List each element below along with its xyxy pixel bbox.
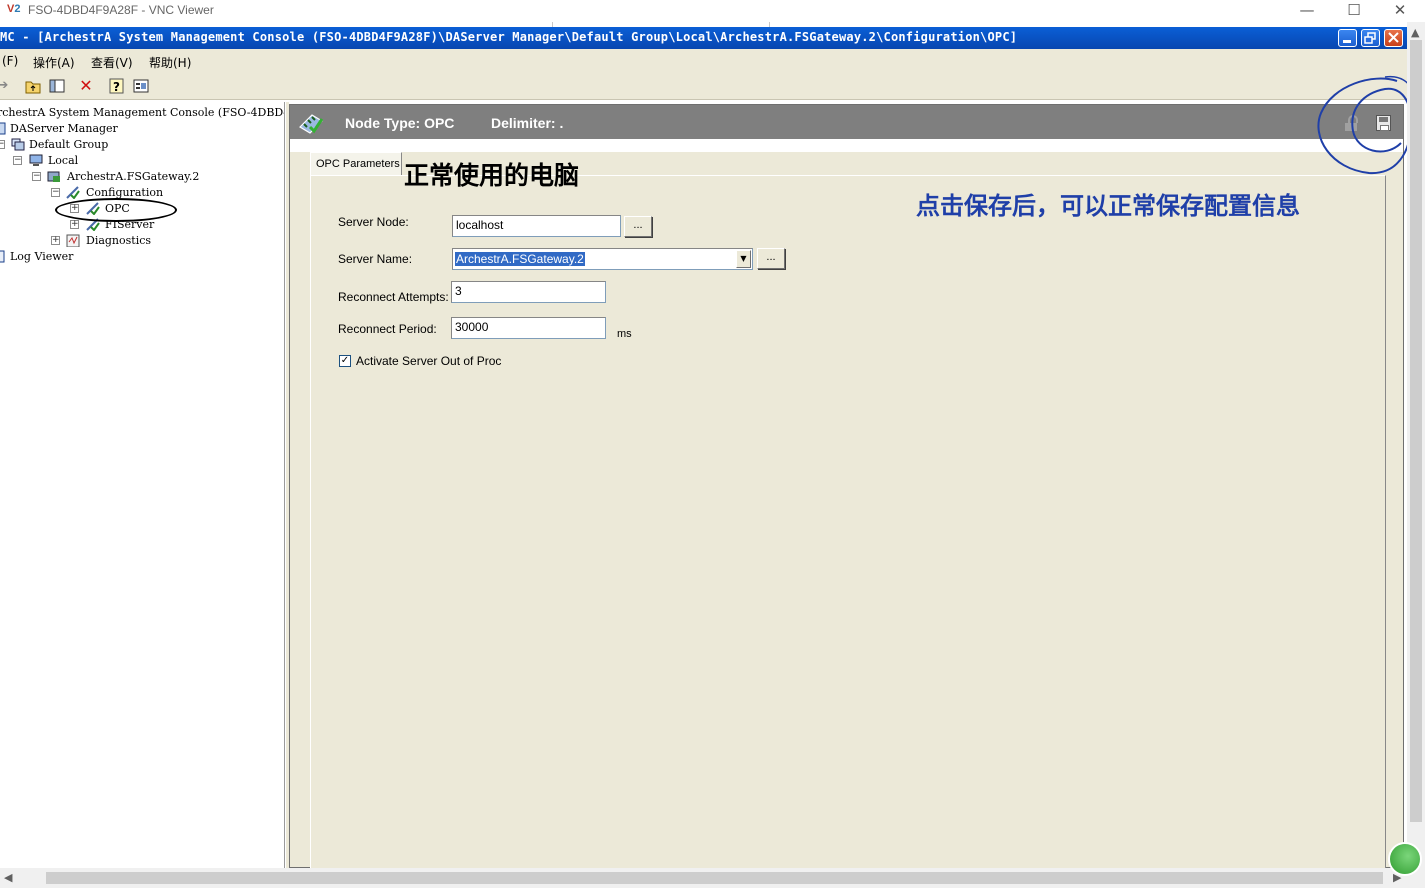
tree-item-label: Diagnostics — [86, 234, 152, 247]
delete-icon[interactable]: ✕ — [77, 77, 95, 95]
server-name-value: ArchestrA.FSGateway.2 — [455, 252, 585, 266]
tab-opc-parameters[interactable]: OPC Parameters — [310, 152, 402, 176]
vnc-close-button[interactable]: ✕ — [1377, 0, 1423, 22]
vnc-logo-icon: V2 — [7, 3, 21, 15]
menu-view[interactable]: 查看(V) — [91, 54, 133, 71]
vnc-title-bar: V2 FSO-4DBD4F9A28F - VNC Viewer — ☐ ✕ — [0, 0, 1425, 22]
horizontal-scroll-thumb[interactable] — [46, 872, 1383, 884]
folder-up-icon — [25, 81, 41, 94]
header-divider — [290, 139, 1403, 152]
activate-out-of-proc-label: Activate Server Out of Proc — [356, 354, 502, 368]
server-node-label: Server Node: — [338, 215, 409, 229]
mmc-close-button[interactable] — [1384, 29, 1403, 47]
reconnect-attempts-input[interactable]: 3 — [451, 281, 606, 303]
mmc-minimize-button[interactable] — [1338, 29, 1357, 47]
server-node-input[interactable]: localhost — [452, 215, 621, 237]
tree-item-log-viewer[interactable]: Log Viewer — [0, 249, 200, 265]
tree-item-daserver-manager[interactable]: DAServer Manager — [0, 121, 200, 137]
server-name-select[interactable]: ArchestrA.FSGateway.2 ▼ — [452, 248, 753, 270]
horizontal-scrollbar[interactable]: ◀ ▶ — [0, 868, 1425, 888]
mmc-window-title: MC - [ArchestrA System Management Consol… — [0, 30, 1018, 44]
menu-file[interactable]: (F) — [2, 54, 18, 68]
opc-parameters-panel: Server Node: localhost ... Server Name: … — [310, 175, 1386, 869]
tree-item-label: ArchestrA.FSGateway.2 — [67, 170, 200, 183]
annotation-ellipse — [55, 198, 177, 222]
mmc-title-bar: MC - [ArchestrA System Management Consol… — [0, 27, 1407, 49]
tree-item-label: DAServer Manager — [10, 122, 118, 135]
menu-action[interactable]: 操作(A) — [33, 54, 75, 71]
activate-out-of-proc-checkbox[interactable]: ✓ — [339, 355, 351, 367]
tree-item-label: Local — [48, 154, 79, 167]
menu-help[interactable]: 帮助(H) — [149, 54, 191, 71]
server-name-label: Server Name: — [338, 252, 413, 266]
help-button[interactable]: ? — [108, 77, 126, 95]
toolbar: ➔ ✕ ? — [0, 72, 1407, 100]
configuration-icon — [66, 186, 80, 199]
collapse-icon[interactable]: − — [0, 140, 5, 149]
tree-item-label: Configuration — [86, 186, 164, 199]
reconnect-period-unit: ms — [617, 328, 632, 340]
svg-text:?: ? — [113, 80, 120, 94]
scroll-left-icon[interactable]: ◀ — [4, 871, 12, 884]
restore-icon — [1364, 32, 1376, 44]
scroll-up-icon[interactable]: ▲ — [1411, 26, 1419, 39]
help-icon: ? — [109, 78, 124, 94]
vertical-scroll-thumb[interactable] — [1410, 40, 1422, 822]
tree-item-label: rchestrA System Management Console (FSO-… — [0, 106, 285, 119]
server-name-browse-button[interactable]: ... — [757, 248, 785, 269]
menu-bar: (F) 操作(A) 查看(V) 帮助(H) — [0, 49, 1407, 72]
close-icon — [1388, 32, 1399, 43]
computer-icon — [29, 154, 43, 166]
tree-item-diagnostics[interactable]: + Diagnostics — [0, 233, 220, 249]
node-header-bar: Node Type: OPC Delimiter: . — [290, 105, 1403, 139]
show-hide-tree-button[interactable] — [48, 77, 66, 95]
tree-item-default-group[interactable]: − Default Group — [0, 137, 200, 153]
log-viewer-icon — [0, 250, 5, 263]
reconnect-attempts-label: Reconnect Attempts: — [338, 290, 449, 304]
tree-item-label: Log Viewer — [10, 250, 74, 263]
node-type-label: Node Type: OPC — [345, 115, 455, 131]
minimize-icon — [1343, 40, 1351, 43]
annotation-normal-pc: 正常使用的电脑 — [404, 161, 580, 190]
forward-icon[interactable]: ➔ — [0, 77, 12, 95]
group-icon — [11, 138, 25, 151]
tree-item-local[interactable]: − Local — [0, 153, 200, 169]
expand-icon[interactable]: + — [51, 236, 60, 245]
collapse-icon[interactable]: − — [51, 188, 60, 197]
gateway-icon — [47, 171, 60, 182]
collapse-icon[interactable]: − — [32, 172, 41, 181]
opc-node-icon — [299, 114, 324, 134]
server-node-browse-button[interactable]: ... — [624, 216, 652, 237]
reconnect-period-input[interactable]: 30000 — [451, 317, 606, 339]
collapse-icon[interactable]: − — [13, 156, 22, 165]
tree-item-label: Default Group — [29, 138, 109, 151]
vnc-window-title: FSO-4DBD4F9A28F - VNC Viewer — [28, 3, 214, 17]
vertical-scrollbar[interactable]: ▲ ▼ — [1407, 22, 1425, 868]
server-manager-icon — [0, 122, 6, 135]
properties-icon — [133, 79, 149, 93]
floating-badge-icon[interactable] — [1388, 842, 1422, 876]
reconnect-period-label: Reconnect Period: — [338, 322, 437, 336]
vnc-minimize-button[interactable]: — — [1284, 0, 1330, 22]
delimiter-label: Delimiter: . — [491, 115, 564, 131]
mmc-restore-button[interactable] — [1361, 29, 1380, 47]
expand-icon[interactable]: + — [70, 220, 79, 229]
vnc-maximize-button[interactable]: ☐ — [1331, 0, 1377, 22]
dropdown-arrow-icon[interactable]: ▼ — [736, 250, 751, 268]
annotation-save-note: 点击保存后，可以正常保存配置信息 — [916, 192, 1300, 220]
console-tree-icon — [49, 79, 65, 93]
diagnostics-icon — [66, 234, 80, 247]
up-folder-button[interactable] — [24, 77, 42, 95]
tree-item-gateway[interactable]: − ArchestrA.FSGateway.2 — [0, 169, 220, 185]
properties-button[interactable] — [132, 77, 150, 95]
